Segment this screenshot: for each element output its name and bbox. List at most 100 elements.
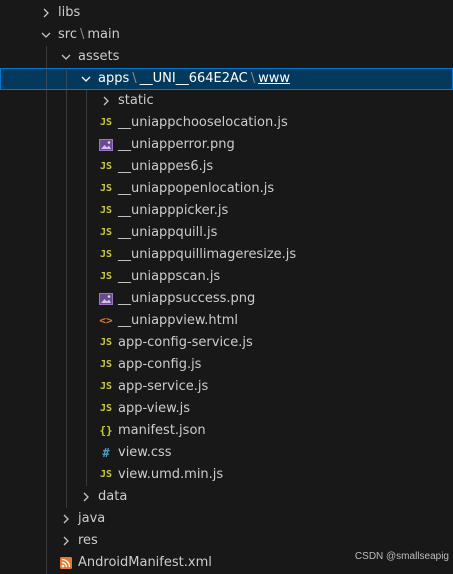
tree-item-file[interactable]: # view.css [0,442,453,464]
indent-guide [46,552,47,574]
indent-guide [66,398,67,420]
js-icon: JS [99,403,113,414]
indent-guide [46,90,47,112]
indent-guide [66,332,67,354]
tree-item-file[interactable]: JS __uniappchooselocation.js [0,112,453,134]
indent-guide [46,398,47,420]
file-label: view.css [118,445,172,460]
indent-guide [66,442,67,464]
file-label: __uniappquillimageresize.js [118,247,297,262]
tree-item-label: apps \ __UNI__664E2AC \ www [98,68,290,90]
tree-item-file[interactable]: __uniappsuccess.png [0,288,453,310]
tree-item-src-main[interactable]: src \ main [0,24,453,46]
tree-item-label: assets [78,49,120,64]
chevron-right-icon[interactable] [98,90,114,112]
file-label: app-view.js [118,401,191,416]
indent-guide [46,486,47,508]
indent-guide [66,200,67,222]
rss-xml-icon [58,552,74,574]
tree-item-file[interactable]: <> __uniappview.html [0,310,453,332]
tree-item-data[interactable]: data [0,486,453,508]
js-icon: JS [99,337,113,348]
indent-guide [86,244,87,266]
tree-item-file[interactable]: JS __uniappquill.js [0,222,453,244]
indent-guide [46,508,47,530]
tree-item-file[interactable]: JS __uniapppicker.js [0,200,453,222]
chevron-right-icon[interactable] [58,530,74,552]
indent-guide [86,398,87,420]
tree-item-libs[interactable]: libs [0,2,453,24]
indent-guide [86,178,87,200]
indent-guide [46,354,47,376]
indent-guide [46,222,47,244]
chevron-down-icon[interactable] [78,68,94,90]
file-label: __uniappchooselocation.js [118,115,288,130]
chevron-down-icon[interactable] [58,46,74,68]
tree-item-assets[interactable]: assets [0,46,453,68]
chevron-right-icon[interactable] [78,486,94,508]
indent-guide [66,156,67,178]
file-explorer-tree: libs src \ main assets apps \ __UNI__664E2AC… [0,2,453,574]
indent-guide [66,68,67,90]
tree-item-file[interactable]: JS __uniappscan.js [0,266,453,288]
tree-item-file[interactable]: JS app-view.js [0,398,453,420]
indent-guide [46,420,47,442]
indent-guide [46,288,47,310]
tree-item-file[interactable]: JS app-service.js [0,376,453,398]
indent-guide [46,376,47,398]
js-icon: JS [99,161,113,172]
js-icon: JS [99,271,113,282]
tree-item-label: src \ main [58,24,120,46]
indent-guide [66,222,67,244]
js-icon: JS [99,249,113,260]
indent-guide [86,420,87,442]
tree-item-file[interactable]: JS app-config.js [0,354,453,376]
indent-guide [46,178,47,200]
indent-guide [46,464,47,486]
indent-guide [46,134,47,156]
tree-item-file[interactable]: JS __uniappquillimageresize.js [0,244,453,266]
js-icon: JS [99,359,113,370]
indent-guide [66,376,67,398]
file-label: manifest.json [118,423,206,438]
file-label: app-service.js [118,379,209,394]
tree-item-file[interactable]: JS app-config-service.js [0,332,453,354]
indent-guide [86,266,87,288]
indent-guide [86,442,87,464]
tree-item-static[interactable]: static [0,90,453,112]
indent-guide [66,134,67,156]
indent-guide [46,46,47,68]
file-label: __uniappquill.js [118,225,218,240]
folder-src-label: src [58,27,77,42]
file-label: __uniappscan.js [118,269,221,284]
tree-item-file[interactable]: __uniapperror.png [0,134,453,156]
image-icon [98,134,114,156]
indent-guide [46,200,47,222]
js-icon: JS [99,227,113,238]
indent-guide [66,420,67,442]
tree-item-file[interactable]: JS view.umd.min.js [0,464,453,486]
file-label: __uniapperror.png [118,137,235,152]
tree-item-apps-www[interactable]: apps \ __UNI__664E2AC \ www [0,68,453,90]
file-label: __uniapppicker.js [118,203,229,218]
css-icon: # [102,446,110,460]
file-label: app-config.js [118,357,202,372]
tree-item-java[interactable]: java [0,508,453,530]
image-icon [98,288,114,310]
indent-guide [86,288,87,310]
indent-guide [86,310,87,332]
tree-item-res[interactable]: res [0,530,453,552]
indent-guide [86,90,87,112]
indent-guide [86,156,87,178]
tree-item-file[interactable]: JS __uniappes6.js [0,156,453,178]
chevron-down-icon[interactable] [38,24,54,46]
chevron-right-icon[interactable] [58,508,74,530]
indent-guide [66,464,67,486]
watermark-text: CSDN @smallseapig [354,551,449,562]
tree-item-file[interactable]: {} manifest.json [0,420,453,442]
chevron-right-icon[interactable] [38,2,54,24]
tree-item-file[interactable]: JS __uniappopenlocation.js [0,178,453,200]
indent-guide [66,112,67,134]
indent-guide [46,442,47,464]
indent-guide [46,310,47,332]
